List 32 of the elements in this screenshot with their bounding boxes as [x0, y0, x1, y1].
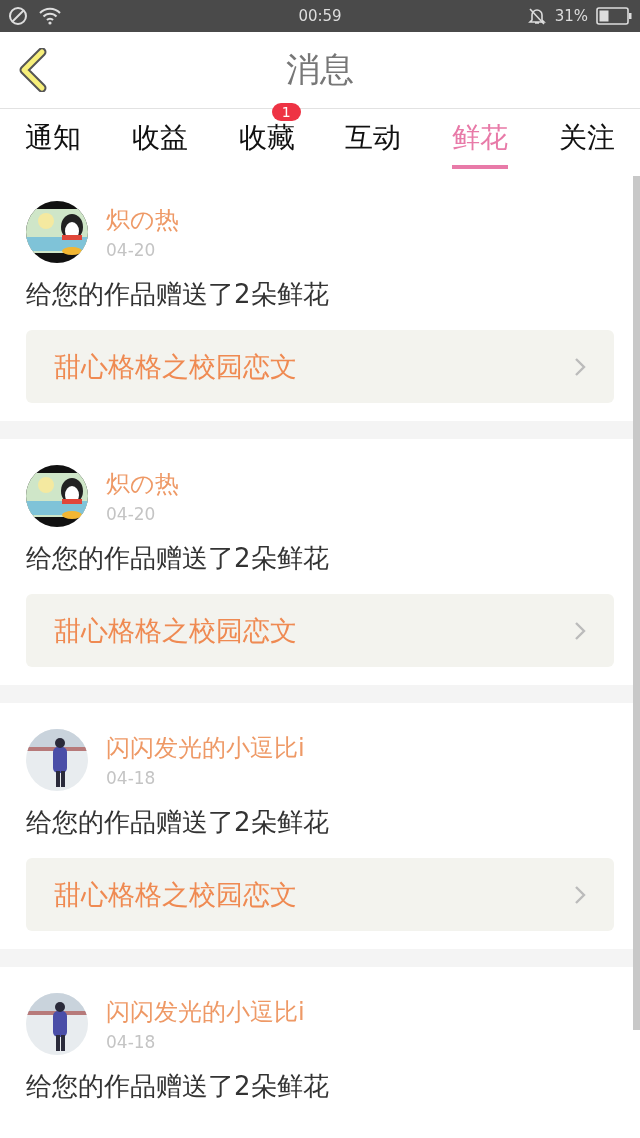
status-time: 00:59: [298, 7, 342, 25]
book-link[interactable]: 甜心格格之校园恋文: [26, 330, 614, 403]
battery-icon: [596, 7, 632, 25]
message-date: 04-20: [106, 504, 157, 524]
message-date: 04-18: [106, 1032, 157, 1052]
book-link[interactable]: 甜心格格之校园恋文: [26, 858, 614, 931]
message-date: 04-20: [106, 240, 157, 260]
tab[interactable]: 关注: [558, 109, 615, 169]
tab[interactable]: 互动: [345, 109, 402, 169]
blocked-icon: [8, 6, 28, 26]
wifi-icon: [38, 6, 62, 26]
count-badge: 1: [271, 103, 301, 121]
message-text: 给您的作品赠送了2朵鲜花: [26, 806, 330, 839]
page-title: 消息: [286, 48, 354, 91]
message-date: 04-18: [106, 768, 157, 788]
chevron-right-icon: [574, 356, 586, 377]
battery-percent: 31%: [554, 7, 588, 25]
user-name[interactable]: 闪闪发光的小逗比i: [106, 732, 305, 764]
book-link[interactable]: 甜心格格之校园恋文: [26, 594, 614, 667]
tab[interactable]: 鲜花: [452, 109, 508, 169]
user-name[interactable]: 闪闪发光的小逗比i: [106, 996, 305, 1028]
message-text: 给您的作品赠送了2朵鲜花: [26, 1070, 330, 1103]
user-name[interactable]: 炽の热: [106, 204, 179, 236]
message-text: 给您的作品赠送了2朵鲜花: [26, 542, 330, 575]
user-name[interactable]: 炽の热: [106, 468, 179, 500]
tab[interactable]: 收益: [132, 109, 188, 169]
chevron-right-icon: [574, 620, 586, 641]
muted-bell-icon: [526, 6, 547, 26]
chevron-right-icon: [574, 884, 586, 905]
message-text: 给您的作品赠送了2朵鲜花: [26, 278, 330, 311]
scroll-bar[interactable]: [633, 176, 640, 1030]
tab[interactable]: 通知: [25, 109, 82, 169]
